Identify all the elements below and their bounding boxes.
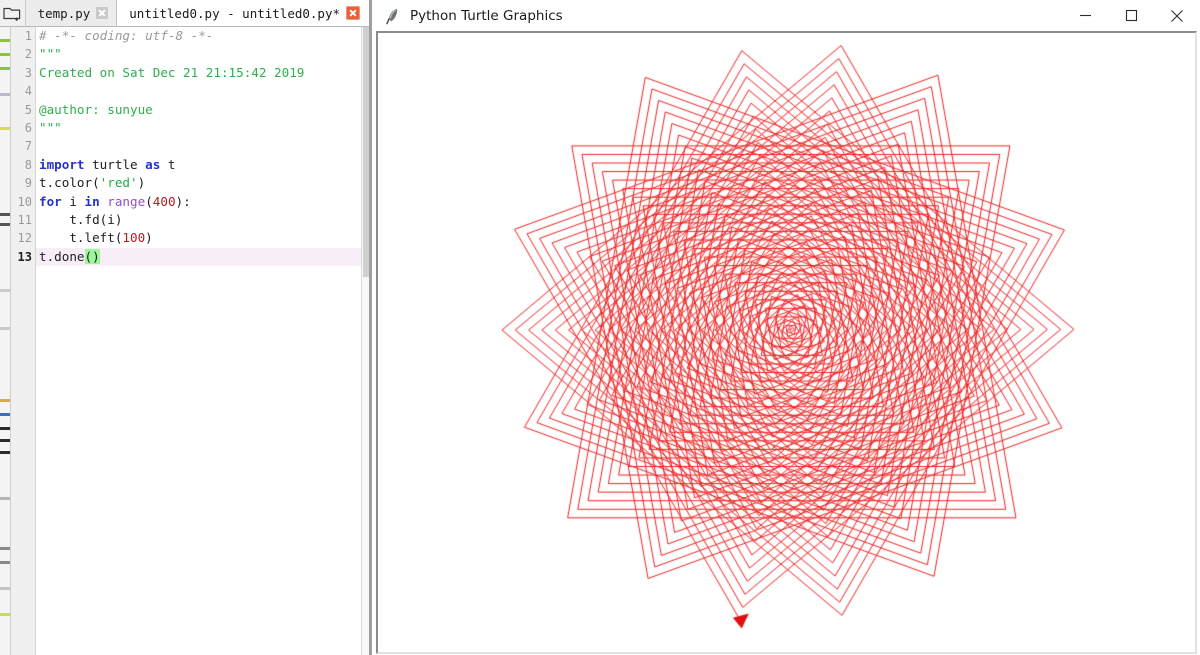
- marker-tick: [0, 213, 10, 216]
- marker-tick: [0, 223, 10, 226]
- code-line[interactable]: t.color('red'): [36, 174, 362, 192]
- code-line[interactable]: t.fd(i): [36, 211, 362, 229]
- code-line[interactable]: # -*- coding: utf-8 -*-: [36, 27, 362, 45]
- turtle-canvas-frame: [376, 31, 1197, 654]
- minimize-button[interactable]: [1062, 0, 1108, 31]
- code-line[interactable]: [36, 82, 362, 100]
- window-controls: [1062, 0, 1200, 31]
- code-line[interactable]: """: [36, 119, 362, 137]
- turtle-drawing-canvas[interactable]: [378, 33, 1195, 652]
- turtle-window-titlebar[interactable]: Python Turtle Graphics: [372, 0, 1200, 31]
- marker-tick: [0, 289, 10, 292]
- marker-tick: [0, 613, 10, 616]
- marker-tick: [0, 427, 10, 430]
- line-number: 2: [24, 47, 32, 62]
- line-number: 9: [24, 176, 32, 191]
- marker-tick: [0, 561, 10, 564]
- editor-code-area[interactable]: # -*- coding: utf-8 -*- """ Created on Sat…: [36, 27, 362, 655]
- screen-root: temp.py untitled0.py - untitled0.py* 123…: [0, 0, 1200, 655]
- line-number: 8: [24, 157, 32, 172]
- code-line[interactable]: for i in range(400):: [36, 193, 362, 211]
- code-line[interactable]: @author: sunyue: [36, 101, 362, 119]
- marker-tick: [0, 53, 10, 56]
- marker-tick: [0, 93, 10, 96]
- line-number: 13: [17, 249, 32, 264]
- line-number: 6: [24, 120, 32, 135]
- turtle-window-title: Python Turtle Graphics: [410, 7, 563, 24]
- marker-tick: [0, 451, 10, 454]
- marker-tick: [0, 439, 10, 442]
- marker-tick: [0, 497, 10, 500]
- editor-tab-label: temp.py: [37, 5, 91, 21]
- editor-tab-bar: temp.py untitled0.py - untitled0.py*: [0, 0, 371, 27]
- editor-tab-untitled0[interactable]: untitled0.py - untitled0.py*: [117, 0, 371, 26]
- marker-tick: [0, 327, 10, 330]
- code-line[interactable]: t.done(): [36, 247, 362, 267]
- editor-tab-label: untitled0.py - untitled0.py*: [129, 5, 340, 21]
- line-number: 11: [17, 212, 32, 227]
- line-number: 12: [17, 231, 32, 246]
- code-line[interactable]: """: [36, 45, 362, 63]
- line-number: 4: [24, 84, 32, 99]
- close-icon[interactable]: [96, 7, 109, 19]
- editor-tab-temp[interactable]: temp.py: [25, 0, 118, 26]
- code-line[interactable]: [36, 137, 362, 155]
- maximize-button[interactable]: [1108, 0, 1154, 31]
- marker-tick: [0, 547, 10, 550]
- marker-tick: [0, 67, 10, 70]
- marker-tick: [0, 399, 10, 402]
- line-number: 10: [17, 194, 32, 209]
- code-line[interactable]: import turtle as t: [36, 156, 362, 174]
- folder-icon: [3, 6, 21, 21]
- marker-tick: [0, 127, 10, 130]
- line-number: 3: [24, 65, 32, 80]
- feather-pen-icon: [378, 7, 408, 25]
- marker-tick: [0, 413, 10, 416]
- code-line[interactable]: t.left(100): [36, 229, 362, 247]
- line-number: 7: [24, 139, 32, 154]
- turtle-graphics-window: Python Turtle Graphics: [371, 0, 1200, 655]
- editor-line-number-gutter: 1 2 3 4 5 6 7 8 9 10 11 12 13: [11, 27, 36, 655]
- close-icon[interactable]: [346, 6, 360, 20]
- browse-folder-button[interactable]: [0, 0, 26, 26]
- marker-tick: [0, 587, 10, 590]
- editor-marker-strip[interactable]: [0, 27, 11, 655]
- code-editor-pane: temp.py untitled0.py - untitled0.py* 123…: [0, 0, 371, 655]
- code-line[interactable]: Created on Sat Dec 21 21:15:42 2019: [36, 64, 362, 82]
- marker-tick: [0, 39, 10, 42]
- line-number: 5: [24, 102, 32, 117]
- line-number: 1: [24, 29, 32, 43]
- close-button[interactable]: [1154, 0, 1200, 31]
